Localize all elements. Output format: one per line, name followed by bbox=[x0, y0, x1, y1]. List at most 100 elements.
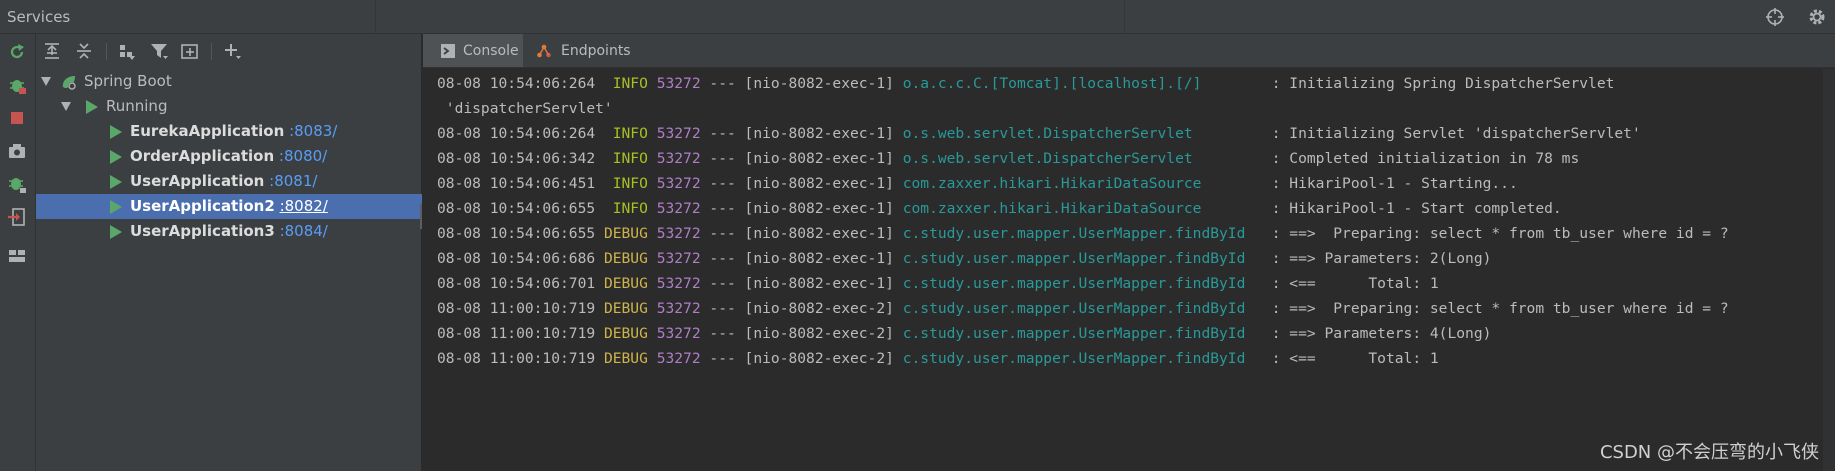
log-level: DEBUG bbox=[603, 250, 648, 267]
expand-all-icon[interactable] bbox=[42, 41, 62, 61]
layout-icon[interactable] bbox=[7, 246, 27, 266]
log-level: INFO bbox=[603, 175, 648, 192]
log-thread: --- [nio-8082-exec-2] bbox=[700, 325, 903, 342]
log-pid: 53272 bbox=[656, 150, 701, 167]
console-line: 08-08 10:54:06:686 DEBUG 53272 --- [nio-… bbox=[437, 246, 1817, 271]
app-name: UserApplication bbox=[130, 172, 265, 190]
console-output[interactable]: 08-08 10:54:06:264 INFO 53272 --- [nio-8… bbox=[437, 71, 1817, 371]
title-separator bbox=[1124, 0, 1125, 34]
tab-label: Endpoints bbox=[561, 43, 631, 59]
run-icon bbox=[110, 200, 122, 214]
run-icon bbox=[110, 125, 122, 139]
tree-node-user-application3[interactable]: UserApplication3 :8084/ bbox=[36, 219, 422, 244]
add-service-icon[interactable] bbox=[222, 41, 242, 61]
tree-node-eureka-application[interactable]: EurekaApplication :8083/ bbox=[36, 119, 422, 144]
log-logger: com.zaxxer.hikari.HikariDataSource bbox=[902, 175, 1263, 192]
log-message: : <== Total: 1 bbox=[1262, 275, 1439, 292]
filter-icon[interactable] bbox=[149, 41, 169, 61]
console-scrollbar[interactable] bbox=[1823, 69, 1835, 471]
log-pid: 53272 bbox=[656, 200, 701, 217]
log-thread: --- [nio-8082-exec-1] bbox=[700, 125, 903, 142]
run-icon bbox=[110, 150, 122, 164]
console-pane: Console Endpoints 08-08 10:54:06:264 INF… bbox=[423, 34, 1835, 471]
log-pid: 53272 bbox=[656, 125, 701, 142]
console-line: 08-08 10:54:06:451 INFO 53272 --- [nio-8… bbox=[437, 171, 1817, 196]
console-line: 08-08 11:00:10:719 DEBUG 53272 --- [nio-… bbox=[437, 346, 1817, 371]
tree-node-user-application2[interactable]: UserApplication2 :8082/ bbox=[36, 194, 422, 219]
tree-node-running[interactable]: Running bbox=[36, 94, 422, 119]
log-pid: 53272 bbox=[656, 325, 701, 342]
log-pid: 53272 bbox=[656, 75, 701, 92]
console-line: 08-08 10:54:06:655 INFO 53272 --- [nio-8… bbox=[437, 196, 1817, 221]
tab-console[interactable]: Console bbox=[423, 34, 523, 67]
title-separator bbox=[375, 0, 376, 34]
stop-icon[interactable] bbox=[7, 108, 27, 128]
chevron-down-icon[interactable] bbox=[61, 102, 71, 111]
log-timestamp: 08-08 10:54:06:655 bbox=[437, 200, 596, 217]
new-tab-icon[interactable] bbox=[180, 41, 200, 61]
app-port-link[interactable]: :8084/ bbox=[280, 222, 328, 240]
log-timestamp: 08-08 11:00:10:719 bbox=[437, 300, 596, 317]
log-thread: --- [nio-8082-exec-1] bbox=[700, 225, 903, 242]
log-timestamp: 08-08 10:54:06:451 bbox=[437, 175, 596, 192]
log-logger: c.study.user.mapper.UserMapper.findById bbox=[902, 225, 1263, 242]
log-timestamp: 08-08 11:00:10:719 bbox=[437, 325, 596, 342]
log-logger: o.s.web.servlet.DispatcherServlet bbox=[902, 125, 1263, 142]
tree-node-spring-boot[interactable]: Spring Boot bbox=[36, 69, 422, 94]
log-message: : ==> Preparing: select * from tb_user w… bbox=[1262, 225, 1729, 242]
log-message: : Completed initialization in 78 ms bbox=[1262, 150, 1580, 167]
app-port-link[interactable]: :8082/ bbox=[280, 197, 328, 215]
log-logger: c.study.user.mapper.UserMapper.findById bbox=[902, 300, 1263, 317]
console-line: 08-08 10:54:06:342 INFO 53272 --- [nio-8… bbox=[437, 146, 1817, 171]
app-port-link[interactable]: :8083/ bbox=[289, 122, 337, 140]
log-message: : ==> Parameters: 4(Long) bbox=[1262, 325, 1492, 342]
app-label: OrderApplication :8080/ bbox=[130, 144, 327, 169]
log-level: DEBUG bbox=[603, 275, 648, 292]
app-port-link[interactable]: :8080/ bbox=[279, 147, 327, 165]
chevron-down-icon[interactable] bbox=[41, 77, 51, 86]
exit-icon[interactable] bbox=[7, 207, 27, 227]
log-logger: c.study.user.mapper.UserMapper.findById bbox=[902, 325, 1263, 342]
console-line: 08-08 10:54:06:264 INFO 53272 --- [nio-8… bbox=[437, 71, 1817, 96]
log-level: DEBUG bbox=[603, 300, 648, 317]
snapshot-icon[interactable] bbox=[7, 141, 27, 161]
log-level: INFO bbox=[603, 125, 648, 142]
group-by-icon[interactable] bbox=[117, 41, 137, 61]
run-icon bbox=[86, 100, 98, 114]
tree-toolbar bbox=[36, 34, 422, 68]
tree-scrollbar[interactable] bbox=[420, 204, 422, 229]
log-thread: --- [nio-8082-exec-2] bbox=[700, 350, 903, 367]
log-logger: o.a.c.c.C.[Tomcat].[localhost].[/] bbox=[902, 75, 1263, 92]
run-icon bbox=[110, 225, 122, 239]
log-timestamp: 08-08 10:54:06:264 bbox=[437, 75, 596, 92]
log-thread: --- [nio-8082-exec-2] bbox=[700, 300, 903, 317]
app-port-link[interactable]: :8081/ bbox=[269, 172, 317, 190]
log-message: : HikariPool-1 - Starting... bbox=[1262, 175, 1518, 192]
log-pid: 53272 bbox=[656, 250, 701, 267]
crosshair-icon[interactable] bbox=[1764, 6, 1786, 28]
tree-node-label: Spring Boot bbox=[84, 72, 172, 90]
log-pid: 53272 bbox=[656, 300, 701, 317]
tab-endpoints[interactable]: Endpoints bbox=[523, 34, 633, 67]
gear-icon[interactable] bbox=[1806, 6, 1828, 28]
attach-debugger-icon[interactable] bbox=[7, 174, 27, 194]
tree-node-label: Running bbox=[106, 97, 168, 115]
spring-boot-icon bbox=[62, 76, 76, 90]
log-pid: 53272 bbox=[656, 275, 701, 292]
console-line: 08-08 11:00:10:719 DEBUG 53272 --- [nio-… bbox=[437, 296, 1817, 321]
log-pid: 53272 bbox=[656, 225, 701, 242]
log-message: : Initializing Spring DispatcherServlet bbox=[1262, 75, 1615, 92]
log-message: : <== Total: 1 bbox=[1262, 350, 1439, 367]
log-level: DEBUG bbox=[603, 225, 648, 242]
app-label: UserApplication :8081/ bbox=[130, 169, 317, 194]
console-line: 08-08 10:54:06:655 DEBUG 53272 --- [nio-… bbox=[437, 221, 1817, 246]
collapse-all-icon[interactable] bbox=[74, 41, 94, 61]
app-name: EurekaApplication bbox=[130, 122, 285, 140]
services-title-bar: Services bbox=[0, 0, 1835, 34]
log-pid: 53272 bbox=[656, 350, 701, 367]
log-message: : ==> Preparing: select * from tb_user w… bbox=[1262, 300, 1729, 317]
rerun-icon[interactable] bbox=[7, 42, 27, 62]
tree-node-user-application[interactable]: UserApplication :8081/ bbox=[36, 169, 422, 194]
tree-node-order-application[interactable]: OrderApplication :8080/ bbox=[36, 144, 422, 169]
debug-icon[interactable] bbox=[7, 75, 27, 95]
